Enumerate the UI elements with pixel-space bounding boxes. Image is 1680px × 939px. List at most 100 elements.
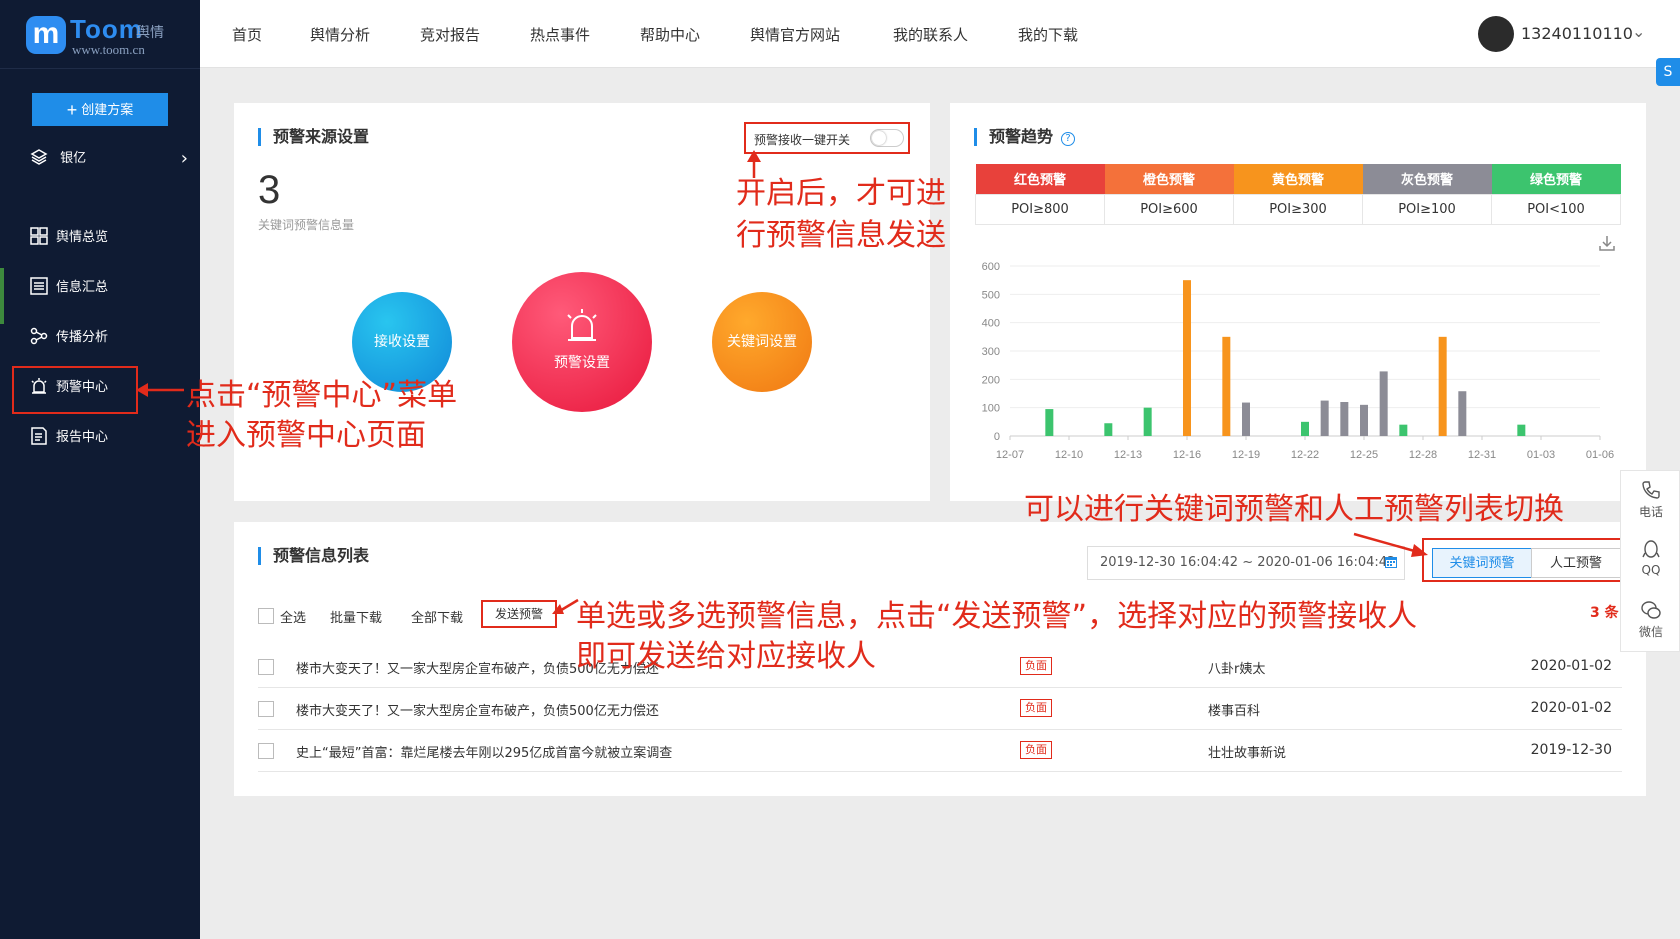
top-navigation: 首页 舆情分析 竞对报告 热点事件 帮助中心 舆情官方网站 我的联系人 我的下载… <box>200 0 1680 68</box>
table-row[interactable]: 楼市大变天了！又一家大型房企宣布破产，负债500亿无力偿还 负面 楼事百科 20… <box>258 688 1622 730</box>
table-row[interactable]: 史上“最短”首富：靠烂尾楼去年刚以295亿成首富今就被立案调查 负面 壮壮故事新… <box>258 730 1622 772</box>
chart-bar <box>1517 424 1526 436</box>
user-phone[interactable]: 13240110110 <box>1521 24 1633 43</box>
qq-icon <box>1642 540 1660 558</box>
phone-label: 电话 <box>1638 505 1663 519</box>
create-plan-button[interactable]: + 创建方案 <box>32 93 168 126</box>
batch-download-button[interactable]: 批量下载 <box>330 607 382 626</box>
row-source: 楼事百科 <box>1208 704 1261 719</box>
topnav-my-downloads[interactable]: 我的下载 <box>1018 24 1078 45</box>
alert-receive-toggle[interactable] <box>870 129 904 147</box>
arrow-down-right-icon <box>1353 532 1428 557</box>
sidebar-item-summary[interactable]: 信息汇总 <box>30 276 190 300</box>
contact-float-panel: 电话 QQ 微信 <box>1620 470 1680 652</box>
row-title[interactable]: 楼市大变天了！又一家大型房企宣布破产，负债500亿无力偿还 <box>296 700 659 719</box>
topnav-hot-events[interactable]: 热点事件 <box>530 24 590 45</box>
x-tick-label: 12-22 <box>1291 449 1319 461</box>
chart-bar <box>1458 391 1467 436</box>
float-s-icon[interactable]: S <box>1656 58 1680 86</box>
wechat-label: 微信 <box>1638 625 1663 639</box>
level-orange-name: 橙色预警 <box>1104 164 1234 194</box>
org-selector[interactable]: 银亿 › <box>30 148 188 170</box>
brand-name: Toom <box>70 14 143 44</box>
chart-bar <box>1183 280 1191 436</box>
table-row[interactable]: 楼市大变天了！又一家大型房企宣布破产，负债500亿无力偿还 负面 八卦r姨太 2… <box>258 646 1622 688</box>
alert-switch-label: 预警接收一键开关 <box>754 133 851 147</box>
x-tick-label: 12-31 <box>1468 449 1496 461</box>
sentiment-badge: 负面 <box>1020 741 1052 759</box>
org-name: 银亿 <box>60 151 87 166</box>
tab-manual-alert[interactable]: 人工预警 <box>1531 548 1621 578</box>
x-tick-label: 12-07 <box>996 449 1024 461</box>
level-green-rule: POI<100 <box>1491 193 1621 225</box>
chevron-down-icon[interactable]: ⌄ <box>1632 22 1645 41</box>
qq-contact-button[interactable]: QQ <box>1621 531 1680 591</box>
alert-list-title: 预警信息列表 <box>258 547 369 565</box>
brand-logo[interactable]: m Toom 舆情 www.toom.cn <box>26 14 176 58</box>
x-tick-label: 12-19 <box>1232 449 1260 461</box>
row-source: 八卦r姨太 <box>1208 662 1266 677</box>
alert-switch-highlight: 预警接收一键开关 <box>744 122 910 154</box>
level-green-name: 绿色预警 <box>1491 164 1621 194</box>
x-tick-label: 12-16 <box>1173 449 1201 461</box>
result-count: 3 条 <box>1590 605 1619 621</box>
sidebar-item-overview[interactable]: 舆情总览 <box>30 226 190 250</box>
annotation-menu-line1: 点击“预警中心”菜单 <box>186 378 458 413</box>
share-nodes-icon <box>30 327 48 345</box>
wechat-contact-button[interactable]: 微信 <box>1621 591 1680 651</box>
sidebar-divider <box>0 68 200 69</box>
keyword-settings-button[interactable]: 关键词设置 <box>712 292 812 392</box>
chart-bar <box>1242 402 1250 436</box>
alert-settings-label: 预警设置 <box>554 355 610 371</box>
x-tick-label: 12-28 <box>1409 449 1437 461</box>
sidebar-item-spread-analysis[interactable]: 传播分析 <box>30 326 190 350</box>
send-alert-button[interactable]: 发送预警 <box>481 600 557 628</box>
select-all-checkbox[interactable] <box>258 608 274 624</box>
keyword-alert-count-label: 关键词预警信息量 <box>258 218 355 232</box>
phone-contact-button[interactable]: 电话 <box>1621 471 1680 531</box>
select-all-label[interactable]: 全选 <box>280 607 306 626</box>
wechat-icon <box>1641 601 1661 619</box>
row-checkbox[interactable] <box>258 701 274 717</box>
grid-icon <box>30 227 48 245</box>
row-title[interactable]: 史上“最短”首富：靠烂尾楼去年刚以295亿成首富今就被立案调查 <box>296 742 672 761</box>
topnav-home[interactable]: 首页 <box>232 24 262 45</box>
report-icon <box>31 427 47 445</box>
tab-keyword-alert[interactable]: 关键词预警 <box>1432 548 1532 578</box>
x-tick-label: 01-03 <box>1527 449 1555 461</box>
keyword-settings-label: 关键词设置 <box>727 334 797 350</box>
download-all-button[interactable]: 全部下载 <box>411 607 463 626</box>
y-tick-label: 200 <box>982 374 1000 386</box>
sentiment-badge: 负面 <box>1020 699 1052 717</box>
x-tick-label: 12-25 <box>1350 449 1378 461</box>
avatar[interactable] <box>1478 16 1514 52</box>
topnav-sentiment-analysis[interactable]: 舆情分析 <box>310 24 370 45</box>
topnav-official-site[interactable]: 舆情官方网站 <box>750 24 840 45</box>
help-icon[interactable]: ? <box>1061 132 1076 146</box>
topnav-help-center[interactable]: 帮助中心 <box>640 24 700 45</box>
row-checkbox[interactable] <box>258 743 274 759</box>
layers-icon <box>30 149 48 165</box>
row-date: 2019-12-30 <box>1530 742 1612 758</box>
row-checkbox[interactable] <box>258 659 274 675</box>
topnav-competitor-report[interactable]: 竞对报告 <box>420 24 480 45</box>
arrow-left-icon <box>136 383 184 397</box>
alert-settings-button[interactable]: 预警设置 <box>512 272 652 412</box>
level-yellow-rule: POI≥300 <box>1233 193 1363 225</box>
level-orange-rule: POI≥600 <box>1104 193 1234 225</box>
y-tick-label: 500 <box>982 289 1000 301</box>
topnav-my-contacts[interactable]: 我的联系人 <box>893 24 968 45</box>
annotation-send-line2: 即可发送给对应接收人 <box>576 639 876 674</box>
sidebar-item-report-center[interactable]: 报告中心 <box>30 426 190 450</box>
sidebar-item-label: 报告中心 <box>56 430 109 445</box>
logo-mark-icon: m <box>26 16 66 54</box>
chevron-right-icon: › <box>180 148 188 169</box>
alert-trend-title: 预警趋势? <box>974 128 1076 146</box>
brand-sub: 舆情 <box>136 25 164 41</box>
y-tick-label: 100 <box>982 403 1000 415</box>
chart-bar <box>1340 402 1349 436</box>
x-tick-label: 12-13 <box>1114 449 1142 461</box>
level-gray-rule: POI≥100 <box>1362 193 1492 225</box>
chart-bar <box>1222 336 1231 436</box>
sentiment-badge: 负面 <box>1020 657 1052 675</box>
